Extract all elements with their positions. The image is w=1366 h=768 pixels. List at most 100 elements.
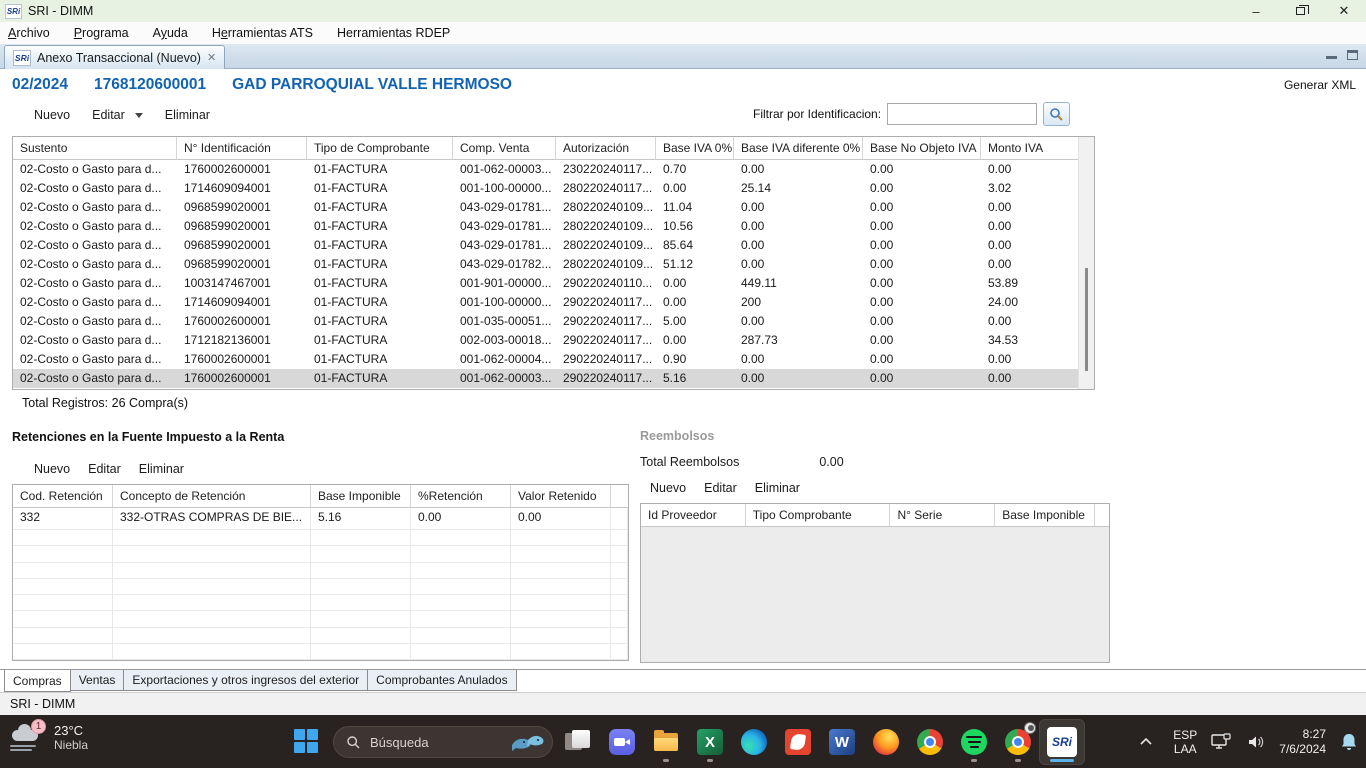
tab-anexo-transaccional[interactable]: SRi Anexo Transaccional (Nuevo) ✕ bbox=[4, 45, 225, 69]
empty-table-row[interactable] bbox=[13, 546, 628, 562]
table-row[interactable]: 02-Costo o Gasto para d...09685990200010… bbox=[13, 255, 1079, 274]
table-cell: 0.00 bbox=[734, 312, 863, 331]
retenciones-nuevo-button[interactable]: Nuevo bbox=[34, 462, 70, 476]
restore-icon[interactable] bbox=[1278, 0, 1322, 22]
table-row[interactable]: 02-Costo o Gasto para d...17121821360010… bbox=[13, 331, 1079, 350]
column-header[interactable]: Base IVA diferente 0% bbox=[734, 137, 863, 160]
firefox-icon[interactable] bbox=[864, 720, 908, 764]
table-cell: 02-Costo o Gasto para d... bbox=[13, 331, 177, 350]
chrome-profile-icon[interactable] bbox=[996, 720, 1040, 764]
reembolsos-eliminar-button[interactable]: Eliminar bbox=[755, 481, 800, 495]
column-header[interactable]: Autorización bbox=[556, 137, 656, 160]
menu-item-herramientas-rdep[interactable]: Herramientas RDEP bbox=[337, 26, 450, 40]
table-row[interactable]: 02-Costo o Gasto para d...09685990200010… bbox=[13, 217, 1079, 236]
column-header[interactable]: Base Imponible bbox=[311, 485, 411, 508]
weather-widget[interactable]: 1 23°C Niebla bbox=[10, 722, 88, 752]
reembolsos-nuevo-button[interactable]: Nuevo bbox=[650, 481, 686, 495]
empty-table-cell bbox=[13, 611, 113, 627]
bottom-tab-compras[interactable]: Compras bbox=[4, 670, 71, 692]
filter-input[interactable] bbox=[887, 103, 1037, 125]
menu-item-archivo[interactable]: Archivo bbox=[8, 26, 50, 40]
edge-icon[interactable] bbox=[732, 720, 776, 764]
word-icon[interactable]: W bbox=[820, 720, 864, 764]
table-row[interactable]: 02-Costo o Gasto para d...17600026000010… bbox=[13, 369, 1079, 388]
empty-table-row[interactable] bbox=[13, 530, 628, 546]
menu-item-programa[interactable]: Programa bbox=[74, 26, 129, 40]
editar-dropdown-icon[interactable] bbox=[135, 113, 143, 118]
menu-item-ayuda[interactable]: Ayuda bbox=[153, 26, 188, 40]
eliminar-button[interactable]: Eliminar bbox=[165, 108, 210, 122]
tab-close-icon[interactable]: ✕ bbox=[207, 51, 216, 64]
table-row[interactable]: 02-Costo o Gasto para d...17600026000010… bbox=[13, 160, 1079, 179]
column-header[interactable]: Valor Retenido bbox=[511, 485, 611, 508]
empty-table-row[interactable] bbox=[13, 595, 628, 611]
minimize-icon[interactable]: – bbox=[1234, 0, 1278, 22]
empty-table-row[interactable] bbox=[13, 579, 628, 595]
table-row[interactable]: 332332-OTRAS COMPRAS DE BIE...5.160.000.… bbox=[13, 508, 628, 530]
column-header[interactable]: Base No Objeto IVA bbox=[863, 137, 981, 160]
table-cell: 1712182136001 bbox=[177, 331, 307, 350]
view-minimize-icon[interactable] bbox=[1326, 50, 1337, 59]
empty-table-row[interactable] bbox=[13, 628, 628, 644]
search-button[interactable] bbox=[1043, 102, 1070, 126]
bottom-tab-exportaciones[interactable]: Exportaciones y otros ingresos del exter… bbox=[123, 670, 368, 691]
nuevo-button[interactable]: Nuevo bbox=[34, 108, 70, 122]
table-row[interactable]: 02-Costo o Gasto para d...10031474670010… bbox=[13, 274, 1079, 293]
tray-chevron-up-icon[interactable] bbox=[1139, 737, 1159, 746]
table-cell: 001-100-00000... bbox=[453, 293, 556, 312]
empty-table-row[interactable] bbox=[13, 644, 628, 660]
weather-temp: 23°C bbox=[54, 723, 88, 738]
retenciones-eliminar-button[interactable]: Eliminar bbox=[139, 462, 184, 476]
bottom-tab-ventas[interactable]: Ventas bbox=[70, 670, 125, 691]
column-header[interactable]: %Retención bbox=[411, 485, 511, 508]
spotify-icon[interactable] bbox=[952, 720, 996, 764]
clock[interactable]: 8:27 7/6/2024 bbox=[1279, 727, 1326, 757]
column-header[interactable]: Cod. Retención bbox=[13, 485, 113, 508]
table-row[interactable]: 02-Costo o Gasto para d...17600026000010… bbox=[13, 312, 1079, 331]
task-view-icon[interactable] bbox=[556, 720, 600, 764]
column-header[interactable]: Comp. Venta bbox=[453, 137, 556, 160]
compras-toolbar: Nuevo Editar Eliminar Filtrar por Identi… bbox=[0, 102, 1366, 128]
table-row[interactable]: 02-Costo o Gasto para d...17600026000010… bbox=[13, 350, 1079, 369]
chrome-icon[interactable] bbox=[908, 720, 952, 764]
column-header[interactable]: Monto IVA bbox=[981, 137, 1079, 160]
column-header[interactable]: Base Imponible bbox=[995, 504, 1095, 527]
display-network-icon[interactable] bbox=[1211, 733, 1233, 751]
table-row[interactable]: 02-Costo o Gasto para d...09685990200010… bbox=[13, 236, 1079, 255]
column-header[interactable]: Id Proveedor bbox=[641, 504, 746, 527]
scrollbar-thumb[interactable] bbox=[1085, 268, 1088, 371]
menu-item-herramientas-ats[interactable]: Herramientas ATS bbox=[212, 26, 313, 40]
taskbar-search[interactable]: Búsqueda bbox=[333, 726, 553, 758]
start-button[interactable] bbox=[294, 729, 320, 753]
column-header[interactable]: N° Serie bbox=[890, 504, 995, 527]
column-header[interactable]: Concepto de Retención bbox=[113, 485, 311, 508]
editar-button[interactable]: Editar bbox=[92, 108, 125, 122]
table-cell: 0.00 bbox=[863, 217, 981, 236]
retenciones-editar-button[interactable]: Editar bbox=[88, 462, 121, 476]
empty-table-row[interactable] bbox=[13, 563, 628, 579]
column-header[interactable]: Base IVA 0% bbox=[656, 137, 734, 160]
table-row[interactable]: 02-Costo o Gasto para d...17146090940010… bbox=[13, 179, 1079, 198]
close-icon[interactable]: ✕ bbox=[1322, 0, 1366, 22]
file-explorer-icon[interactable] bbox=[644, 720, 688, 764]
table-row[interactable]: 02-Costo o Gasto para d...17146090940010… bbox=[13, 293, 1079, 312]
sri-dimm-taskbar-icon[interactable]: SRi bbox=[1040, 720, 1084, 764]
generar-xml-button[interactable]: Generar XML bbox=[1284, 78, 1366, 92]
table-row[interactable]: 02-Costo o Gasto para d...09685990200010… bbox=[13, 198, 1079, 217]
empty-table-cell bbox=[611, 611, 628, 627]
view-maximize-icon[interactable] bbox=[1347, 50, 1358, 60]
language-indicator[interactable]: ESP LAA bbox=[1173, 728, 1197, 756]
vertical-scrollbar[interactable] bbox=[1078, 137, 1094, 389]
notification-bell-icon[interactable] bbox=[1340, 732, 1358, 752]
volume-icon[interactable] bbox=[1247, 734, 1265, 750]
zoom-app-icon[interactable] bbox=[600, 720, 644, 764]
reembolsos-editar-button[interactable]: Editar bbox=[704, 481, 737, 495]
column-header[interactable]: Sustento bbox=[13, 137, 177, 160]
excel-icon[interactable]: X bbox=[688, 720, 732, 764]
column-header[interactable]: N° Identificación bbox=[177, 137, 307, 160]
bottom-tab-comprobantes[interactable]: Comprobantes Anulados bbox=[367, 670, 516, 691]
empty-table-row[interactable] bbox=[13, 611, 628, 627]
column-header[interactable]: Tipo Comprobante bbox=[746, 504, 891, 527]
column-header[interactable]: Tipo de Comprobante bbox=[307, 137, 453, 160]
pdf-editor-icon[interactable] bbox=[776, 720, 820, 764]
